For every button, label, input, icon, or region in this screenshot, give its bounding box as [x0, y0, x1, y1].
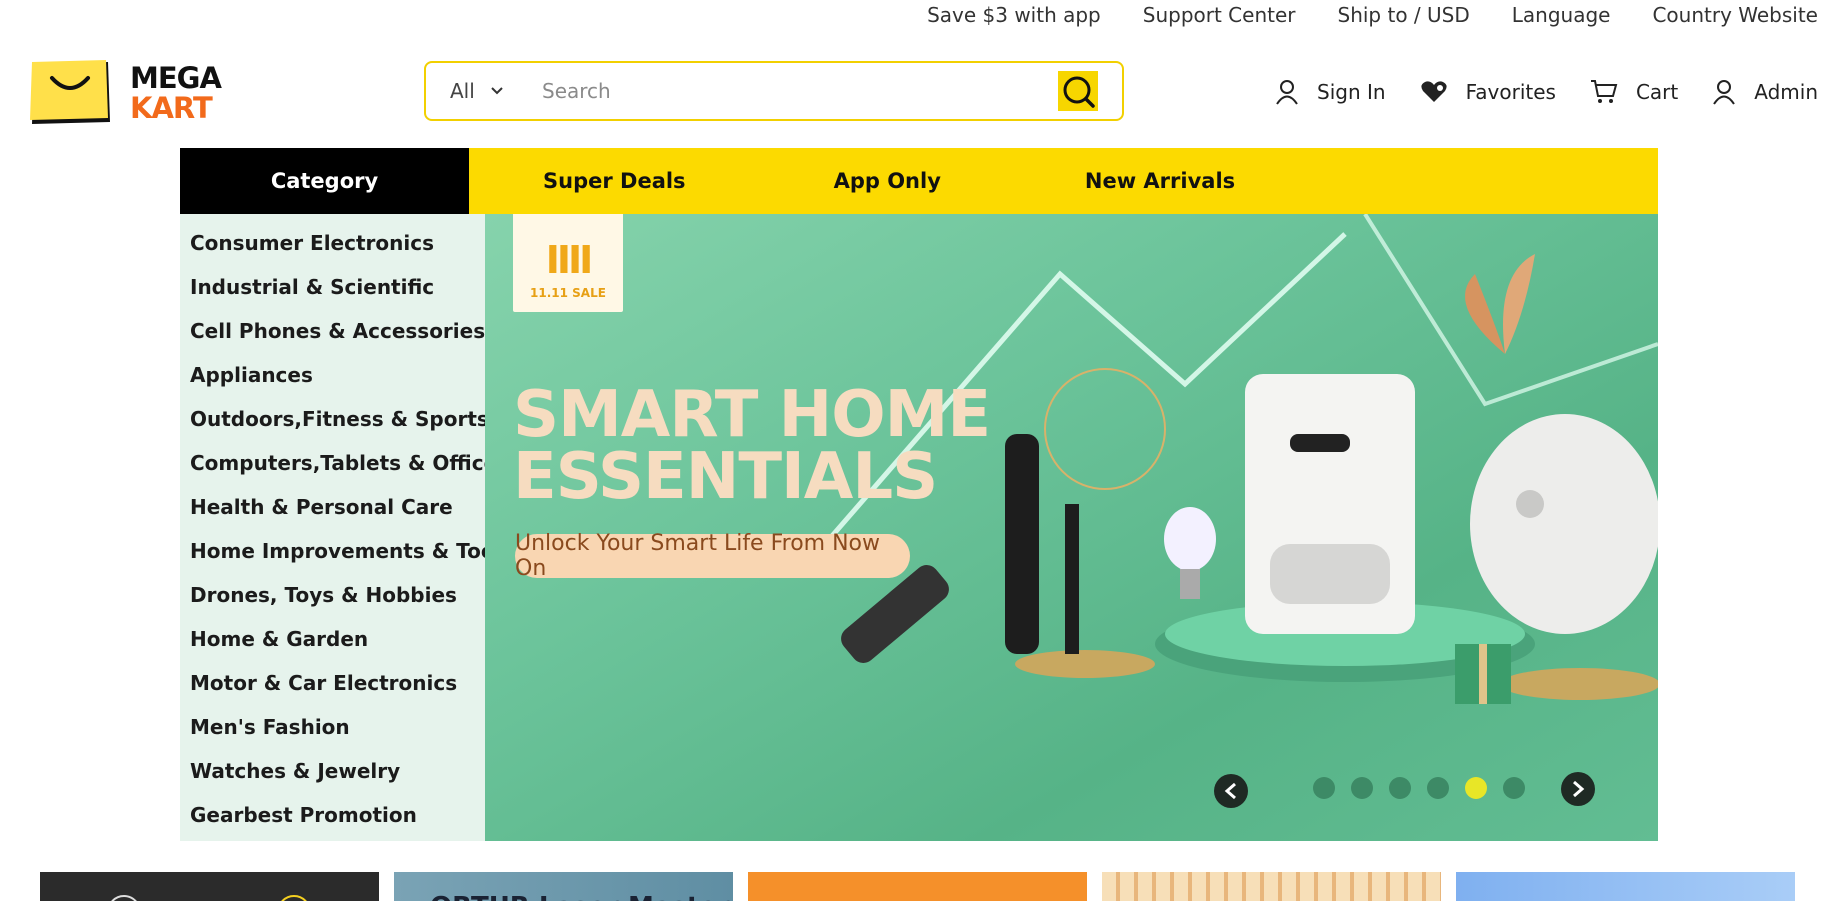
nav-category-button[interactable]: Category [180, 148, 469, 214]
category-item[interactable]: Motor & Car Electronics [180, 671, 485, 715]
carousel-next-button[interactable] [1561, 772, 1595, 806]
promo-tile[interactable]: ORTUR Laser Master 3 [394, 872, 733, 901]
header-actions: Sign In Favorites Cart Admin [1241, 74, 1818, 110]
category-item[interactable]: Computers,Tablets & Office [180, 451, 497, 495]
logo-word-mega: MEGA [130, 61, 222, 95]
banner-headline-line1: SMART HOME [513, 378, 991, 452]
sale-tag: IIII 11.11 SALE [513, 214, 623, 312]
promo-tiles: ORTUR Laser Master 3 [40, 872, 1810, 901]
logo-word-kart: KART [130, 91, 213, 125]
category-item[interactable]: Appliances [180, 363, 485, 407]
promo-tile[interactable] [1456, 872, 1795, 901]
carousel-dot[interactable] [1351, 777, 1373, 799]
site-logo[interactable]: MEGA KART [30, 58, 250, 128]
carousel-prev-button[interactable] [1214, 774, 1248, 808]
cart-button[interactable]: Cart [1590, 79, 1678, 105]
banner-headline-line2: ESSENTIALS [513, 440, 938, 514]
carousel-dots [1313, 777, 1541, 799]
sign-in-label: Sign In [1317, 80, 1386, 104]
heart-icon [1421, 81, 1447, 102]
search-category-dropdown[interactable]: All [426, 79, 542, 103]
promo-tile[interactable] [748, 872, 1087, 901]
country-website-link[interactable]: Country Website [1652, 3, 1818, 27]
ship-to-link[interactable]: Ship to / USD [1338, 3, 1470, 27]
search-bar: All [424, 61, 1124, 121]
language-link[interactable]: Language [1512, 3, 1611, 27]
admin-button[interactable]: Admin [1712, 79, 1818, 105]
category-sidebar: Consumer Electronics Industrial & Scient… [180, 214, 513, 841]
category-item[interactable]: Outdoors,Fitness & Sports [180, 407, 489, 451]
search-category-label: All [450, 79, 475, 103]
category-item[interactable]: Home & Garden [180, 627, 485, 671]
carousel-dot[interactable] [1389, 777, 1411, 799]
nav-link-app-only[interactable]: App Only [834, 148, 941, 214]
nav-link-new-arrivals[interactable]: New Arrivals [1085, 148, 1235, 214]
category-item[interactable]: Health & Personal Care [180, 495, 485, 539]
admin-label: Admin [1754, 80, 1818, 104]
chevron-right-icon [1573, 780, 1585, 798]
carousel-dot-active[interactable] [1465, 777, 1487, 799]
carousel-dot[interactable] [1313, 777, 1335, 799]
favorites-button[interactable]: Favorites [1420, 80, 1556, 104]
search-input[interactable] [542, 71, 1058, 111]
nav-link-super-deals[interactable]: Super Deals [543, 148, 686, 214]
category-item[interactable]: Cell Phones & Accessories [180, 319, 485, 363]
cart-icon [1590, 80, 1618, 103]
save-with-app-link[interactable]: Save $3 with app [927, 3, 1101, 27]
banner-cta-button[interactable]: Unlock Your Smart Life From Now On [515, 531, 910, 581]
carousel-dot[interactable] [1503, 777, 1525, 799]
category-item[interactable]: Men's Fashion [180, 715, 485, 759]
category-item[interactable]: Home Improvements & Tools [180, 539, 513, 583]
main-nav-bar: Category Super Deals App Only New Arriva… [180, 148, 1658, 214]
cart-label: Cart [1635, 80, 1679, 104]
user-icon [1276, 80, 1298, 105]
carousel-dot[interactable] [1427, 777, 1449, 799]
chevron-down-icon [491, 87, 503, 95]
sign-in-button[interactable]: Sign In [1275, 79, 1386, 105]
favorites-label: Favorites [1465, 80, 1556, 104]
search-icon [1063, 76, 1095, 108]
promo-tile[interactable] [40, 872, 379, 901]
promo-tile[interactable] [1102, 872, 1441, 901]
category-item[interactable]: Watches & Jewelry [180, 759, 485, 803]
category-item[interactable]: Industrial & Scientific [180, 275, 485, 319]
shopping-bag-logo-icon [30, 60, 112, 126]
support-center-link[interactable]: Support Center [1143, 3, 1296, 27]
banner-product-scene [823, 214, 1658, 704]
sale-tag-text: 11.11 SALE [530, 286, 606, 300]
user-icon [1713, 80, 1736, 105]
sale-tag-glyph: IIII [545, 238, 594, 282]
category-item[interactable]: Consumer Electronics [180, 231, 485, 275]
hero-banner[interactable]: IIII 11.11 SALE SMART HOME ESSENTIALS Un… [485, 214, 1658, 841]
banner-headline: SMART HOME ESSENTIALS [513, 378, 991, 514]
promo-tile-label: ORTUR Laser Master 3 [430, 892, 733, 901]
top-utility-bar: Save $3 with app Support Center Ship to … [885, 0, 1828, 30]
logo-wordmark: MEGA KART [130, 61, 222, 125]
category-item[interactable]: Gearbest Promotion [180, 803, 485, 847]
chevron-left-icon [1224, 782, 1236, 800]
watch-icon [111, 895, 307, 901]
search-button[interactable] [1058, 71, 1098, 111]
category-item[interactable]: Drones, Toys & Hobbies [180, 583, 485, 627]
